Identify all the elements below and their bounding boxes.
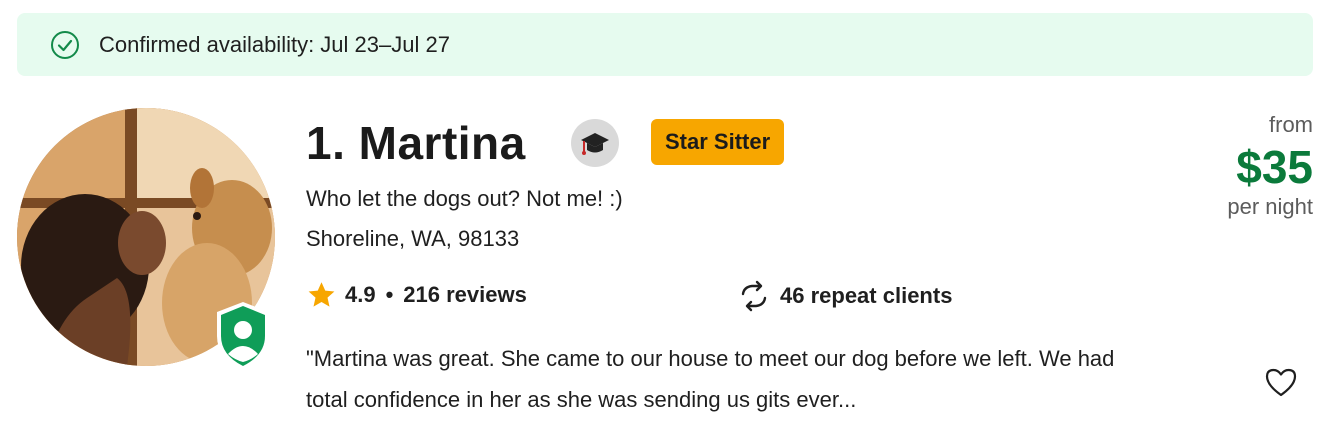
sitter-avatar[interactable] — [17, 108, 275, 370]
rating-summary: 4.9 • 216 reviews — [306, 280, 527, 310]
graduation-cap-icon — [571, 119, 619, 167]
repeat-clients: 46 repeat clients — [736, 280, 952, 312]
repeat-clients-text: 46 repeat clients — [780, 283, 953, 308]
sitter-tagline: Who let the dogs out? Not me! :) — [306, 186, 623, 211]
price-unit: per night — [1227, 194, 1313, 219]
favorite-heart-icon[interactable] — [1264, 366, 1298, 398]
price-amount: $35 — [1236, 141, 1313, 193]
availability-text: Confirmed availability: Jul 23–Jul 27 — [99, 32, 450, 57]
price-from-label: from — [1269, 112, 1313, 137]
availability-banner: Confirmed availability: Jul 23–Jul 27 — [17, 13, 1313, 76]
check-circle-icon — [51, 31, 79, 59]
separator-dot: • — [385, 282, 394, 307]
review-count: 216 reviews — [403, 282, 527, 307]
sitter-name[interactable]: 1. Martina — [306, 116, 526, 170]
review-snippet: "Martina was great. She came to our hous… — [306, 346, 1115, 412]
rating-value: 4.9 — [345, 282, 376, 307]
repeat-icon — [741, 280, 767, 312]
star-icon — [308, 282, 335, 307]
star-sitter-badge: Star Sitter — [651, 119, 785, 165]
sitter-location: Shoreline, WA, 98133 — [306, 226, 520, 251]
verified-shield-icon — [217, 302, 269, 370]
